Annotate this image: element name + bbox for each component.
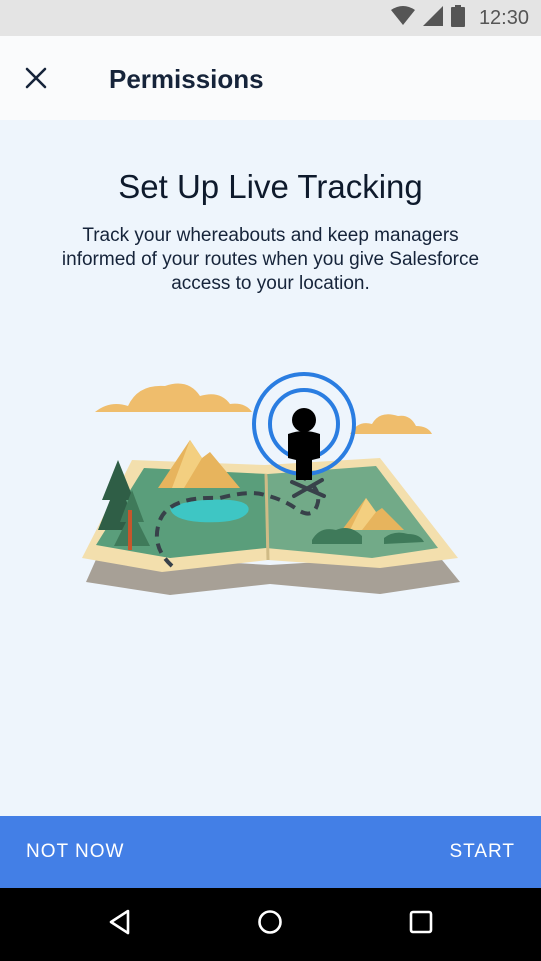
cloud-left xyxy=(95,383,252,412)
recents-icon xyxy=(409,910,433,939)
close-button[interactable] xyxy=(16,60,56,100)
recents-button[interactable] xyxy=(401,904,441,944)
status-time: 12:30 xyxy=(478,6,529,29)
person-head xyxy=(292,408,316,432)
close-icon xyxy=(25,67,47,94)
page-title: Permissions xyxy=(109,64,264,94)
description: Track your whereabouts and keep managers… xyxy=(61,225,480,294)
map-fold xyxy=(264,473,270,561)
back-icon xyxy=(108,909,132,940)
cellular-signal-icon xyxy=(422,5,443,31)
status-bar: 12:30 xyxy=(0,0,541,36)
back-button[interactable] xyxy=(100,904,140,944)
cloud-right xyxy=(350,414,432,434)
map-tracking-illustration xyxy=(80,370,465,610)
app-bar: Permissions xyxy=(0,36,541,120)
main-content: Set Up Live Tracking Track your whereabo… xyxy=(0,120,541,816)
status-icons: 12:30 xyxy=(390,4,529,32)
start-button[interactable]: START xyxy=(449,816,515,888)
wifi-icon xyxy=(390,5,415,31)
not-now-button[interactable]: NOT NOW xyxy=(26,816,124,888)
battery-icon xyxy=(450,4,465,32)
system-nav-bar xyxy=(0,888,541,961)
action-bar: NOT NOW START xyxy=(0,816,541,888)
home-icon xyxy=(257,909,283,940)
home-button[interactable] xyxy=(250,904,290,944)
headline: Set Up Live Tracking xyxy=(118,168,423,205)
